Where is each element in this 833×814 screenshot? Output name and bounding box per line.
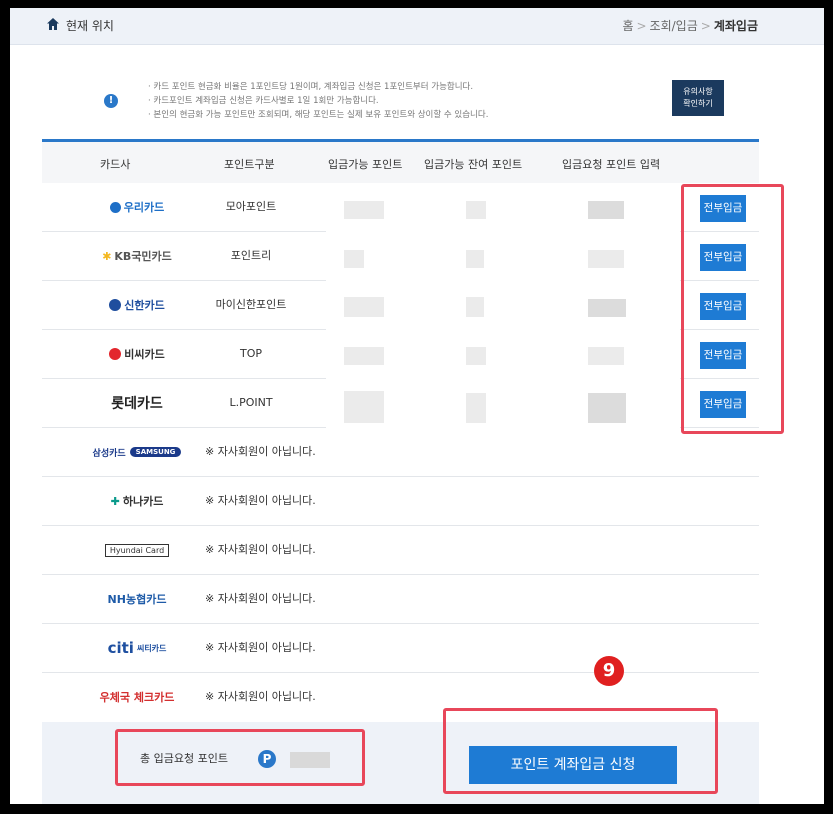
not-member-text: ※ 자사회원이 아닙니다.: [205, 690, 316, 703]
kb-card-logo: ✱ KB국민카드: [102, 249, 172, 264]
bc-card-logo: 비씨카드: [62, 330, 212, 378]
not-member-text: ※ 자사회원이 아닙니다.: [205, 641, 316, 654]
table-header: 카드사 포인트구분 입금가능 포인트 입금가능 잔여 포인트 입금요청 포인트 …: [42, 142, 759, 183]
notice-line: · 카드포인트 계좌입금 신청은 카드사별로 1일 1회만 가능합니다.: [148, 96, 379, 106]
point-type: 포인트리: [230, 249, 272, 262]
table-row: Hyundai Card ※ 자사회원이 아닙니다.: [42, 526, 759, 575]
info-icon: !: [104, 94, 118, 108]
breadcrumb-separator: >: [636, 19, 647, 33]
samsung-card-logo: 삼성카드 SAMSUNG: [62, 428, 212, 476]
hyundai-card-logo: Hyundai Card: [62, 526, 212, 574]
point-type: 마이신한포인트: [215, 298, 287, 311]
breadcrumb-inquiry[interactable]: 조회/입금: [650, 19, 698, 33]
not-member-text: ※ 자사회원이 아닙니다.: [205, 494, 316, 507]
notice-line: · 카드 포인트 현금화 비율은 1포인트당 1원이며, 계좌입금 신청은 1포…: [148, 82, 474, 92]
redacted-point-values: [326, 183, 680, 438]
breadcrumb-home[interactable]: 홈: [622, 19, 633, 33]
home-icon: [47, 18, 59, 30]
breadcrumb-current: 계좌입금: [713, 19, 758, 33]
breadcrumb-separator: >: [700, 19, 711, 33]
highlight-total-points: [115, 729, 365, 786]
notice-box: ! · 카드 포인트 현금화 비율은 1포인트당 1원이며, 계좌입금 신청은 …: [42, 70, 758, 136]
post-office-card-logo: 우체국 체크카드: [99, 691, 175, 704]
highlight-apply-button: [443, 708, 718, 794]
table-row: citi 씨티카드 ※ 자사회원이 아닙니다.: [42, 624, 759, 673]
caution-button[interactable]: 유의사항 확인하기: [672, 80, 724, 116]
hana-card-logo: ✚ 하나카드: [110, 494, 164, 509]
caution-button-label: 확인하기: [683, 99, 713, 108]
lotte-card-logo: 롯데카드: [111, 396, 163, 412]
point-type: L.POINT: [229, 396, 273, 409]
point-type: 모아포인트: [225, 200, 277, 213]
table-row: ✚ 하나카드 ※ 자사회원이 아닙니다.: [42, 477, 759, 526]
nh-card-logo: NH농협카드: [107, 593, 167, 606]
caution-button-label: 유의사항: [683, 87, 713, 96]
citi-card-logo: citi 씨티카드: [107, 639, 167, 657]
woori-card-logo: 우리카드: [62, 183, 212, 231]
location-label: 현재 위치: [66, 19, 114, 33]
header-available-points: 입금가능 포인트: [328, 158, 403, 171]
breadcrumb: 홈 > 조회/입금 > 계좌입금: [622, 17, 758, 34]
page: 현재 위치 홈 > 조회/입금 > 계좌입금 ! · 카드 포인트 현금화 비율은 1포…: [10, 8, 824, 804]
header-remaining-points: 입금가능 잔여 포인트: [424, 158, 523, 171]
step-number-badge: 9: [594, 656, 624, 686]
not-member-text: ※ 자사회원이 아닙니다.: [205, 592, 316, 605]
header-point-type: 포인트구분: [224, 158, 275, 171]
header-request-input: 입금요청 포인트 입력: [562, 158, 661, 171]
highlight-full-deposit-buttons: [681, 184, 784, 434]
not-member-text: ※ 자사회원이 아닙니다.: [205, 543, 316, 556]
not-member-text: ※ 자사회원이 아닙니다.: [205, 445, 316, 458]
notice-text: · 카드 포인트 현금화 비율은 1포인트당 1원이며, 계좌입금 신청은 1포…: [148, 80, 488, 122]
shinhan-card-logo: 신한카드: [62, 281, 212, 329]
table-row: NH농협카드 ※ 자사회원이 아닙니다.: [42, 575, 759, 624]
header-card-company: 카드사: [100, 158, 131, 171]
point-type: TOP: [239, 347, 262, 360]
location-bar: 현재 위치 홈 > 조회/입금 > 계좌입금: [10, 8, 824, 45]
table-row: 삼성카드 SAMSUNG ※ 자사회원이 아닙니다.: [42, 428, 759, 477]
notice-line: · 본인의 현금화 가능 포인트만 조회되며, 해당 포인트는 실제 보유 포인…: [148, 110, 489, 120]
